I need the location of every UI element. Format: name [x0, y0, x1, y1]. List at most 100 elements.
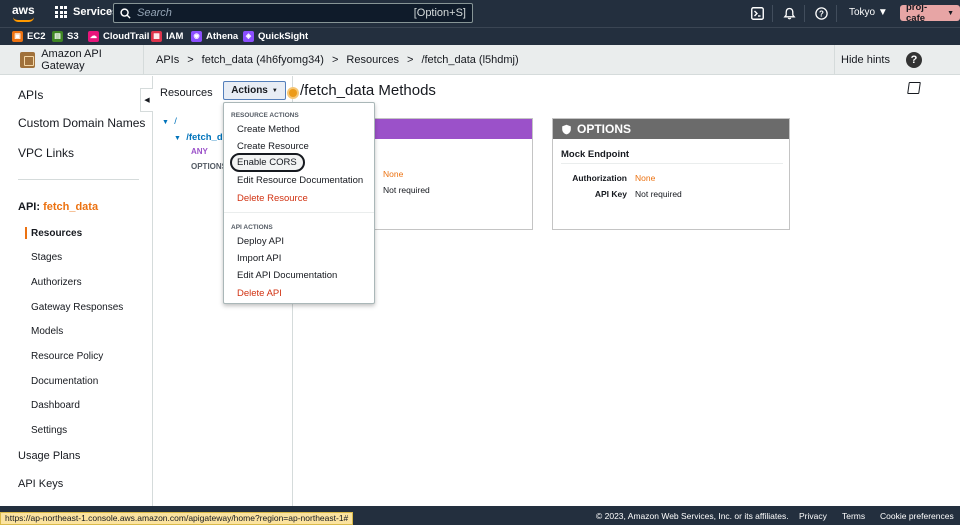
page-title: /fetch_data Methods: [300, 82, 436, 99]
favorite-athena[interactable]: ◉ Athena: [191, 31, 238, 42]
region-selector[interactable]: Tokyo ▼: [849, 7, 888, 18]
menu-divider: [224, 212, 374, 213]
search-input[interactable]: Search [Option+S]: [113, 3, 473, 23]
sidebar-item-resources[interactable]: Resources: [31, 228, 82, 239]
favorite-label: Athena: [206, 31, 239, 42]
options-card-subtitle: Mock Endpoint: [561, 149, 630, 160]
menu-item-deploy-api[interactable]: Deploy API: [237, 236, 284, 247]
breadcrumb-separator: >: [187, 54, 194, 66]
any-api-key-value: Not required: [383, 185, 430, 195]
favorite-cloudtrail[interactable]: ☁ CloudTrail: [88, 31, 149, 42]
footer-link-cookie-preferences[interactable]: Cookie preferences: [880, 511, 954, 521]
service-header: Amazon API Gateway APIs > fetch_data (4h…: [0, 45, 960, 75]
help-circle-icon[interactable]: ?: [814, 6, 828, 20]
sidebar: APIs Custom Domain Names VPC Links API: …: [0, 76, 153, 506]
menu-item-enable-cors[interactable]: Enable CORS: [230, 153, 305, 172]
caret-left-icon: ◀: [144, 97, 150, 104]
favorite-quicksight[interactable]: ◈ QuickSight: [243, 31, 308, 42]
tree-root[interactable]: ▼ /: [162, 116, 177, 127]
hide-hints-label: Hide hints: [841, 54, 890, 66]
copyright: © 2023, Amazon Web Services, Inc. or its…: [596, 511, 789, 521]
menu-item-edit-api-documentation[interactable]: Edit API Documentation: [237, 270, 337, 281]
bell-icon[interactable]: [782, 6, 796, 20]
sidebar-item-usage-plans[interactable]: Usage Plans: [18, 450, 80, 462]
sidebar-item-gateway-responses[interactable]: Gateway Responses: [31, 302, 123, 313]
collapse-sidebar-button[interactable]: ◀: [140, 88, 153, 112]
sidebar-item-resource-policy[interactable]: Resource Policy: [31, 351, 103, 362]
resource-actions-heading: RESOURCE ACTIONS: [231, 112, 299, 119]
services-menu-button[interactable]: Services: [55, 6, 118, 18]
tree-resource-fetch-data[interactable]: ▼ /fetch_d: [174, 132, 223, 143]
iam-icon: ▦: [151, 31, 162, 42]
favorite-label: IAM: [166, 31, 184, 42]
services-label: Services: [73, 6, 119, 18]
tree-method-options[interactable]: OPTIONS: [191, 162, 227, 171]
tree-method-any[interactable]: ANY: [191, 147, 208, 156]
divider: [772, 5, 773, 22]
divider: [804, 5, 805, 22]
favorite-s3[interactable]: ▤ S3: [52, 31, 79, 42]
top-nav-bar: aws Services Search [Option+S] ? Tokyo ▼…: [0, 0, 960, 27]
breadcrumb-resources[interactable]: Resources: [346, 54, 399, 66]
status-dot: [289, 89, 297, 97]
app-name: Amazon API Gateway: [41, 48, 102, 72]
favorite-label: S3: [67, 31, 79, 42]
favorites-bar: ▣ EC2 ▤ S3 ☁ CloudTrail ▦ IAM ◉ Athena ◈ Quick…: [0, 27, 960, 45]
breadcrumb-separator: >: [331, 54, 339, 66]
sidebar-item-apis[interactable]: APIs: [18, 88, 43, 102]
book-icon[interactable]: [907, 82, 921, 94]
active-indicator: [25, 227, 27, 239]
aws-logo[interactable]: aws: [12, 3, 36, 23]
sidebar-item-authorizers[interactable]: Authorizers: [31, 277, 82, 288]
menu-item-import-api[interactable]: Import API: [237, 253, 281, 264]
breadcrumb-resource: /fetch_data (l5hdmj): [421, 54, 519, 66]
menu-item-delete-api[interactable]: Delete API: [237, 288, 282, 299]
breadcrumb-api[interactable]: fetch_data (4h6fyomg34): [202, 54, 324, 66]
actions-menu: RESOURCE ACTIONS Create Method Create Re…: [223, 102, 375, 304]
api-name: fetch_data: [43, 201, 99, 213]
sidebar-api-heading[interactable]: API: fetch_data: [18, 201, 98, 213]
favorite-ec2[interactable]: ▣ EC2: [12, 31, 45, 42]
divider: [836, 5, 837, 22]
favorite-iam[interactable]: ▦ IAM: [151, 31, 183, 42]
menu-item-delete-resource[interactable]: Delete Resource: [237, 193, 308, 204]
options-api-key-value: Not required: [635, 189, 682, 199]
actions-label: Actions: [231, 85, 268, 96]
cloudshell-icon[interactable]: [750, 6, 764, 20]
sidebar-item-api-keys[interactable]: API Keys: [18, 478, 63, 490]
footer-link-terms[interactable]: Terms: [842, 511, 865, 521]
sidebar-item-vpc-links[interactable]: VPC Links: [18, 146, 74, 160]
caret-down-icon: ▼: [271, 87, 278, 94]
grid-icon: [55, 6, 67, 18]
search-placeholder: Search: [137, 7, 172, 19]
options-authorization-value: None: [635, 173, 656, 183]
api-gateway-home-link[interactable]: Amazon API Gateway: [0, 45, 144, 75]
api-prefix: API:: [18, 201, 40, 213]
actions-dropdown-button[interactable]: Actions ▼: [223, 81, 286, 100]
shield-icon: [562, 124, 571, 134]
sidebar-item-custom-domain-names[interactable]: Custom Domain Names: [18, 116, 145, 130]
api-key-label: API Key: [594, 189, 627, 199]
menu-item-edit-resource-documentation[interactable]: Edit Resource Documentation: [237, 175, 363, 186]
help-button[interactable]: ?: [906, 52, 922, 68]
hide-hints-button[interactable]: Hide hints: [834, 45, 896, 75]
caret-down-icon: ▼: [174, 135, 181, 142]
sidebar-item-models[interactable]: Models: [31, 326, 63, 337]
footer-link-privacy[interactable]: Privacy: [799, 511, 827, 521]
account-menu[interactable]: proj-cafe ▼: [900, 2, 960, 24]
card-header: OPTIONS: [553, 119, 789, 139]
aws-logo-text: aws: [12, 3, 35, 17]
sidebar-item-dashboard[interactable]: Dashboard: [31, 400, 80, 411]
menu-item-create-method[interactable]: Create Method: [237, 124, 300, 135]
tree-resource-label: /fetch_d: [186, 132, 223, 143]
divider: [561, 163, 783, 164]
sidebar-item-documentation[interactable]: Documentation: [31, 376, 98, 387]
sidebar-item-settings[interactable]: Settings: [31, 425, 67, 436]
method-card-options[interactable]: OPTIONS Mock Endpoint Authorization None…: [552, 118, 790, 230]
breadcrumb-apis[interactable]: APIs: [156, 54, 179, 66]
svg-text:?: ?: [819, 9, 824, 18]
status-bar-url: https://ap-northeast-1.console.aws.amazo…: [0, 512, 354, 525]
region-label: Tokyo: [849, 7, 876, 18]
menu-item-create-resource[interactable]: Create Resource: [237, 141, 309, 152]
sidebar-item-stages[interactable]: Stages: [31, 252, 62, 263]
